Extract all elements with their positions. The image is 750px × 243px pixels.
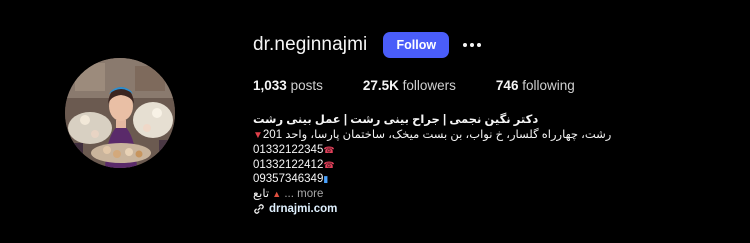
bio-phone-1: 01332122345 xyxy=(253,144,324,156)
profile-avatar[interactable] xyxy=(65,58,175,168)
follow-button[interactable]: Follow xyxy=(383,32,450,58)
bio-truncated-line: تابع ▲ ... more xyxy=(253,187,733,202)
profile-header: dr.neginnajmi Follow 1,033 posts 27.5K f… xyxy=(0,0,750,243)
bio-phone-3: 09357346349 xyxy=(253,173,324,185)
bio-name: دکتر نگین نجمی | جراح بینی رشت | عمل بین… xyxy=(253,114,539,126)
posts-value: 1,033 xyxy=(253,78,287,93)
username[interactable]: dr.neginnajmi xyxy=(253,34,367,56)
following-label: following xyxy=(522,78,575,93)
following-count[interactable]: 746 following xyxy=(496,78,575,93)
telephone-icon: ☎ xyxy=(323,159,335,170)
bio-address: رشت، چهارراه گلسار، خ نواب، بن بست میخک،… xyxy=(262,128,612,141)
bio-phone-line-2: 01332122412☎ xyxy=(253,158,733,173)
posts-count: 1,033 posts xyxy=(253,78,323,93)
bio-website-row: drnajmi.com xyxy=(253,202,733,217)
profile-photo xyxy=(65,58,175,168)
telephone-icon: ☎ xyxy=(323,145,335,155)
posts-label: posts xyxy=(290,78,323,93)
more-options-icon[interactable] xyxy=(461,34,483,56)
bio-more-link[interactable]: ... more xyxy=(284,188,323,200)
followers-count[interactable]: 27.5K followers xyxy=(363,78,456,93)
mobile-phone-icon: ▮ xyxy=(323,174,329,184)
profile-title-row: dr.neginnajmi Follow xyxy=(253,31,733,59)
location-pin-icon: ▼ xyxy=(253,129,263,141)
bio-follow-text: تابع xyxy=(253,187,270,200)
followers-value: 27.5K xyxy=(362,78,399,93)
red-triangle-icon: ▲ xyxy=(272,188,282,199)
following-value: 746 xyxy=(495,78,519,93)
bio-website-link[interactable]: drnajmi.com xyxy=(269,202,337,217)
bio-phone-line-1: 01332122345☎ xyxy=(253,143,733,158)
profile-stats: 1,033 posts 27.5K followers 746 followin… xyxy=(253,78,733,93)
bio-phone-line-3: 09357346349▮ xyxy=(253,172,733,187)
bio-phone-2: 01332122412 xyxy=(253,158,324,171)
profile-bio: دکتر نگین نجمی | جراح بینی رشت | عمل بین… xyxy=(253,113,733,217)
followers-label: followers xyxy=(402,78,456,93)
link-icon xyxy=(254,204,264,214)
bio-address-line: ▼رشت، چهارراه گلسار، خ نواب، بن بست میخک… xyxy=(253,128,733,144)
profile-info: dr.neginnajmi Follow 1,033 posts 27.5K f… xyxy=(253,31,733,217)
